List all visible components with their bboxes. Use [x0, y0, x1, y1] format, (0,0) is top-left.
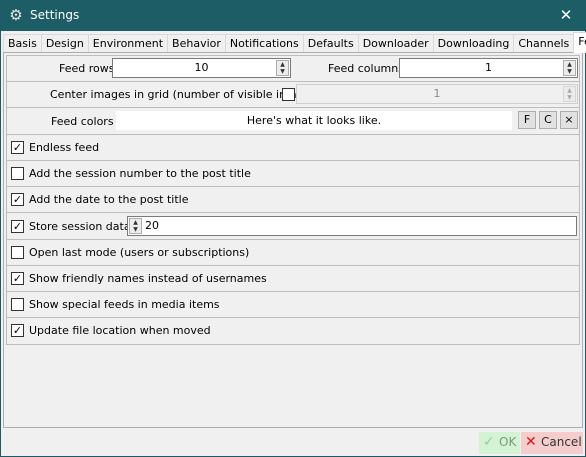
- tab-feed[interactable]: Feed: [573, 32, 586, 53]
- special-feeds-label: Show special feeds in media items: [29, 298, 220, 311]
- center-images-spinner[interactable]: ▲ ▼: [563, 86, 576, 102]
- tab-design[interactable]: Design: [40, 34, 89, 53]
- feed-tab-page: Feed rows 10 ▲ ▼ Feed columns 1 ▲ ▼ Center…: [3, 52, 583, 428]
- feed-size-row: Feed rows 10 ▲ ▼ Feed columns 1 ▲ ▼: [6, 55, 580, 82]
- tab-downloader[interactable]: Downloader: [357, 34, 434, 53]
- endless-feed-label: Endless feed: [29, 141, 100, 154]
- gear-icon: ⚙: [9, 6, 23, 24]
- tab-channels[interactable]: Channels: [513, 34, 575, 53]
- friendly-names-checkbox[interactable]: ✓: [11, 272, 24, 285]
- center-images-value: 1: [433, 87, 441, 100]
- feed-columns-label: Feed columns: [328, 62, 404, 75]
- store-session-data-row: ✓ Store session data ▲ ▼ 20: [6, 212, 580, 240]
- feed-colors-label: Feed colors: [51, 115, 114, 128]
- feed-columns-spinner[interactable]: ▲ ▼: [563, 60, 576, 76]
- friendly-names-row: ✓ Show friendly names instead of usernam…: [6, 265, 580, 292]
- add-date-checkbox[interactable]: ✓: [11, 193, 24, 206]
- close-icon[interactable]: ✕: [546, 0, 586, 31]
- feed-columns-value: 1: [485, 61, 492, 74]
- update-file-location-checkbox[interactable]: ✓: [11, 324, 24, 337]
- special-feeds-checkbox[interactable]: [11, 298, 24, 311]
- tab-notifications[interactable]: Notifications: [224, 34, 304, 53]
- settings-dialog: Basis Design Environment Behavior Notifi…: [1, 31, 586, 456]
- cancel-label: Cancel: [541, 435, 582, 449]
- add-session-number-row: Add the session number to the post title: [6, 160, 580, 187]
- store-session-data-spinner[interactable]: ▲ ▼: [129, 218, 142, 234]
- store-session-data-label: Store session data: [29, 220, 131, 233]
- tab-downloading[interactable]: Downloading: [432, 34, 515, 53]
- update-file-location-label: Update file location when moved: [29, 324, 211, 337]
- feed-rows-spinner[interactable]: ▲ ▼: [276, 60, 289, 76]
- center-images-input[interactable]: 1 ▲ ▼: [296, 84, 578, 104]
- title-bar: ⚙ Settings ✕: [0, 0, 586, 31]
- feed-rows-input[interactable]: 10 ▲ ▼: [112, 58, 291, 78]
- add-session-number-label: Add the session number to the post title: [29, 167, 251, 180]
- x-icon: ✕: [525, 434, 537, 450]
- endless-feed-checkbox[interactable]: ✓: [11, 141, 24, 154]
- add-session-number-checkbox[interactable]: [11, 167, 24, 180]
- feed-colors-preview: Here's what it looks like.: [116, 111, 512, 130]
- feed-columns-input[interactable]: 1 ▲ ▼: [399, 58, 578, 78]
- add-date-label: Add the date to the post title: [29, 193, 189, 206]
- cancel-button[interactable]: ✕ Cancel: [521, 432, 583, 454]
- open-last-mode-label: Open last mode (users or subscriptions): [29, 246, 250, 259]
- update-file-location-row: ✓ Update file location when moved: [6, 317, 580, 345]
- center-images-row: Center images in grid (number of visible…: [6, 81, 580, 108]
- open-last-mode-row: Open last mode (users or subscriptions): [6, 239, 580, 266]
- open-last-mode-checkbox[interactable]: [11, 246, 24, 259]
- store-session-data-value: 20: [145, 219, 159, 232]
- tab-environment[interactable]: Environment: [87, 34, 169, 53]
- clear-color-button[interactable]: ×: [560, 111, 578, 129]
- friendly-names-label: Show friendly names instead of usernames: [29, 272, 267, 285]
- tab-strip: Basis Design Environment Behavior Notifi…: [3, 32, 586, 53]
- special-feeds-row: Show special feeds in media items: [6, 291, 580, 318]
- tab-defaults[interactable]: Defaults: [302, 34, 359, 53]
- ok-label: OK: [499, 435, 517, 449]
- feed-colors-row: Feed colors Here's what it looks like. F…: [6, 107, 580, 135]
- tab-behavior[interactable]: Behavior: [167, 34, 226, 53]
- add-date-row: ✓ Add the date to the post title: [6, 186, 580, 213]
- color-button[interactable]: C: [539, 111, 557, 129]
- feed-rows-value: 10: [194, 61, 209, 74]
- feed-rows-label: Feed rows: [59, 62, 115, 75]
- checkmark-icon: ✓: [483, 434, 495, 450]
- tab-basis[interactable]: Basis: [3, 34, 42, 53]
- center-images-label: Center images in grid (number of visible…: [50, 88, 321, 101]
- window-title: Settings: [30, 8, 80, 22]
- ok-button[interactable]: ✓ OK: [479, 432, 520, 454]
- center-images-checkbox[interactable]: [282, 88, 295, 101]
- font-button[interactable]: F: [518, 111, 536, 129]
- endless-feed-row: ✓ Endless feed: [6, 134, 580, 161]
- store-session-data-input[interactable]: ▲ ▼ 20: [127, 216, 577, 236]
- store-session-data-checkbox[interactable]: ✓: [11, 220, 24, 233]
